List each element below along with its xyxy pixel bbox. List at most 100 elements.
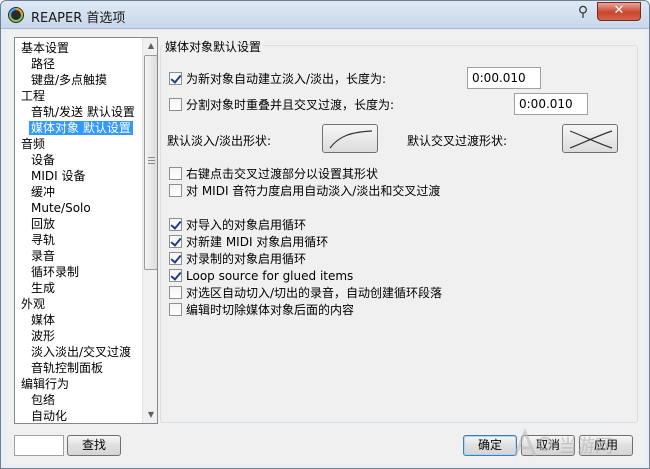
tree-item-label: 自动化 xyxy=(31,409,68,423)
find-button[interactable]: 查找 xyxy=(67,435,121,456)
tree-item[interactable]: 工程 xyxy=(15,88,142,104)
crossfade-shape-label: 默认交叉过渡形状: xyxy=(407,134,508,148)
scroll-up-arrow-icon[interactable]: ▲ xyxy=(143,38,157,54)
tree-item-label: 编辑行为 xyxy=(21,377,70,391)
rightclick-crossfade-checkbox[interactable] xyxy=(169,167,182,180)
tree-item[interactable]: 自动化 xyxy=(15,408,142,423)
fade-shape-button[interactable] xyxy=(322,124,378,153)
option-label: 右键点击交叉过渡部分以设置其形状 xyxy=(186,167,379,181)
tree-item-label: Mute/Solo xyxy=(31,201,91,215)
fade-length-field[interactable]: 0:00.010 xyxy=(467,67,541,89)
tree-scrollbar[interactable]: ▲ ▼ xyxy=(142,38,157,423)
loop-recorded-checkbox[interactable] xyxy=(169,252,182,265)
auto-fade-label: 为新对象自动建立淡入/淡出，长度为: xyxy=(186,72,387,86)
tree-item[interactable]: 寻轨 xyxy=(15,232,142,248)
tree-item[interactable]: Mute/Solo xyxy=(15,200,142,216)
search-input[interactable] xyxy=(14,435,64,456)
scroll-down-arrow-icon[interactable]: ▼ xyxy=(143,407,157,423)
tree-item-label: 音轨控制面板 xyxy=(31,361,104,375)
watermark-logo: 当游网 xyxy=(513,428,613,457)
thumb-grip xyxy=(148,157,155,158)
tree-item-label: 设备 xyxy=(31,153,56,167)
split-overlap-label: 分割对象时重叠并且交叉过渡，长度为: xyxy=(186,98,395,112)
option-label: 编辑时切除媒体对象后面的内容 xyxy=(186,303,355,317)
tree-item[interactable]: 音频 xyxy=(15,136,142,152)
tree-item-label: 缓冲 xyxy=(31,185,56,199)
midi-velocity-fade-option[interactable]: 对 MIDI 音符力度启用自动淡入/淡出和交叉过渡 xyxy=(169,184,440,200)
loop-new-midi-option[interactable]: 对新建 MIDI 对象启用循环 xyxy=(169,235,328,251)
pin-icon[interactable]: ⚲ xyxy=(575,4,591,22)
tree-item[interactable]: 路径 xyxy=(15,56,142,72)
trim-behind-checkbox[interactable] xyxy=(169,303,182,316)
tree-item[interactable]: 生成 xyxy=(15,280,142,296)
option-label: 对 MIDI 音符力度启用自动淡入/淡出和交叉过渡 xyxy=(186,184,441,198)
tree-item-label: 波形 xyxy=(31,329,56,343)
preferences-window: REAPER 首选项 ⚲ ✕ 基本设置路径 键盘/多点触摸 工程 音轨/发送 默认设置… xyxy=(0,0,650,469)
loop-glued-option[interactable]: Loop source for glued items xyxy=(169,269,353,285)
tree-item[interactable]: 媒体对象 默认设置 xyxy=(15,120,142,136)
tree-item-label: 生成 xyxy=(31,281,56,295)
auto-fade-option[interactable]: 为新对象自动建立淡入/淡出，长度为: xyxy=(169,72,386,88)
crossfade-curve-icon xyxy=(569,130,613,149)
tree-item[interactable]: 包络 xyxy=(15,392,142,408)
trim-behind-option[interactable]: 编辑时切除媒体对象后面的内容 xyxy=(169,303,354,319)
thumb-grip xyxy=(148,163,155,164)
window-title: REAPER 首选项 xyxy=(31,11,126,26)
tree-item[interactable]: 基本设置 xyxy=(15,40,142,56)
tree-item[interactable]: 循环录制 xyxy=(15,264,142,280)
fade-curve-icon xyxy=(329,130,373,149)
tree-item-label: 音轨/发送 默认设置 xyxy=(31,105,135,119)
tree-item-label: MIDI 设备 xyxy=(31,169,86,183)
option-label: Loop source for glued items xyxy=(186,269,354,283)
loop-imported-checkbox[interactable] xyxy=(169,218,182,231)
category-tree[interactable]: 基本设置路径 键盘/多点触摸 工程 音轨/发送 默认设置 媒体对象 默认设置 音频设备 MI… xyxy=(14,37,158,424)
tree-item-label: 录音 xyxy=(31,249,56,263)
split-overlap-option[interactable]: 分割对象时重叠并且交叉过渡，长度为: xyxy=(169,98,394,114)
loop-new-midi-checkbox[interactable] xyxy=(169,235,182,248)
loop-glued-checkbox[interactable] xyxy=(169,269,182,282)
tree-item[interactable]: 回放 xyxy=(15,216,142,232)
category-list: 基本设置路径 键盘/多点触摸 工程 音轨/发送 默认设置 媒体对象 默认设置 音频设备 MI… xyxy=(15,38,142,423)
tree-item[interactable]: MIDI 设备 xyxy=(15,168,142,184)
loop-recorded-option[interactable]: 对录制的对象启用循环 xyxy=(169,252,306,268)
tree-item[interactable]: 音轨/发送 默认设置 xyxy=(15,104,142,120)
tree-item[interactable]: 键盘/多点触摸 xyxy=(15,72,142,88)
tree-item[interactable]: 设备 xyxy=(15,152,142,168)
tree-item[interactable]: 缓冲 xyxy=(15,184,142,200)
crossfade-shape-button[interactable] xyxy=(562,124,618,153)
title-bar[interactable]: REAPER 首选项 ⚲ ✕ xyxy=(1,1,649,29)
thumb-grip xyxy=(148,160,155,161)
tree-item[interactable]: 音轨控制面板 xyxy=(15,360,142,376)
tree-item-label: 基本设置 xyxy=(21,41,70,55)
loop-imported-option[interactable]: 对导入的对象启用循环 xyxy=(169,218,306,234)
tree-item-label: 音频 xyxy=(21,137,46,151)
tree-item-label: 媒体 xyxy=(31,313,56,327)
tree-item-label: 回放 xyxy=(31,217,56,231)
option-label: 对录制的对象启用循环 xyxy=(186,252,307,266)
option-label: 对导入的对象启用循环 xyxy=(186,218,307,232)
dialog-body: 基本设置路径 键盘/多点触摸 工程 音轨/发送 默认设置 媒体对象 默认设置 音频设备 MI… xyxy=(7,30,645,464)
tree-item[interactable]: 波形 xyxy=(15,328,142,344)
tree-item-label: 路径 xyxy=(31,57,56,71)
option-label: 对新建 MIDI 对象启用循环 xyxy=(186,235,329,249)
option-label: 对选区自动切入/切出的录音，自动创建循环段落 xyxy=(186,286,443,300)
tree-item[interactable]: 媒体 xyxy=(15,312,142,328)
auto-loop-section-checkbox[interactable] xyxy=(169,286,182,299)
auto-loop-section-option[interactable]: 对选区自动切入/切出的录音，自动创建循环段落 xyxy=(169,286,442,302)
tree-item[interactable]: 淡入淡出/交叉过渡 xyxy=(15,344,142,360)
split-overlap-checkbox[interactable] xyxy=(169,98,182,111)
midi-velocity-fade-checkbox[interactable] xyxy=(169,184,182,197)
panel-title: 媒体对象默认设置 xyxy=(163,38,264,55)
tree-item-label: 循环录制 xyxy=(31,265,80,279)
tree-item[interactable]: 编辑行为 xyxy=(15,376,142,392)
fade-shape-label: 默认淡入/淡出形状: xyxy=(167,134,272,148)
tree-item[interactable]: 录音 xyxy=(15,248,142,264)
scroll-thumb[interactable] xyxy=(144,55,157,270)
crossfade-length-field[interactable]: 0:00.010 xyxy=(514,93,588,115)
tree-item-label: 淡入淡出/交叉过渡 xyxy=(31,345,132,359)
rightclick-crossfade-option[interactable]: 右键点击交叉过渡部分以设置其形状 xyxy=(169,167,378,183)
tree-item[interactable]: 外观 xyxy=(15,296,142,312)
tree-item-label: 包络 xyxy=(31,393,56,407)
auto-fade-checkbox[interactable] xyxy=(169,72,182,85)
close-button[interactable]: ✕ xyxy=(597,2,641,21)
